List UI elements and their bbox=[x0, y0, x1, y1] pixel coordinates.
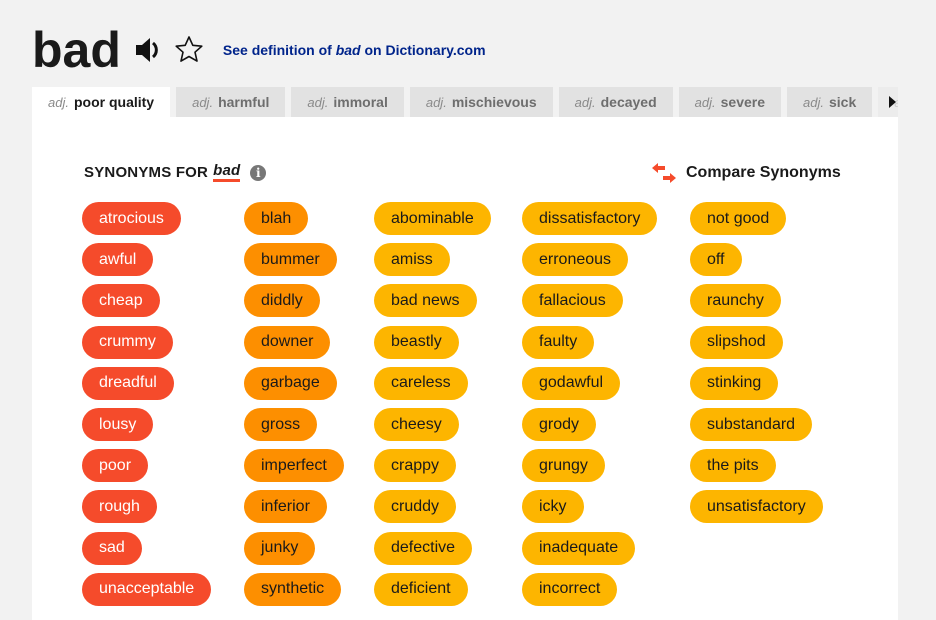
tab-pos: adj. bbox=[48, 94, 69, 110]
tabs-next-arrow-icon[interactable] bbox=[889, 96, 896, 108]
synonym-pill[interactable]: dissatisfactory bbox=[522, 202, 658, 235]
synonym-pill[interactable]: grody bbox=[522, 408, 597, 441]
title-prefix: SYNONYMS FOR bbox=[84, 164, 209, 181]
synonym-pill[interactable]: faulty bbox=[522, 325, 595, 359]
swap-arrows-icon bbox=[652, 163, 676, 183]
synonym-pill[interactable]: unacceptable bbox=[82, 572, 212, 606]
synonym-pill[interactable]: synthetic bbox=[244, 572, 342, 606]
tab-poor-quality[interactable]: adj. poor quality bbox=[32, 87, 171, 117]
synonym-pill[interactable]: lousy bbox=[82, 408, 154, 441]
title-word: bad bbox=[213, 163, 241, 182]
synonym-pill[interactable]: raunchy bbox=[690, 284, 781, 318]
synonym-pill[interactable]: awful bbox=[82, 243, 154, 277]
word-header: bad See definition of bad on Dictionary.… bbox=[32, 22, 486, 78]
synonym-pill[interactable]: dreadful bbox=[82, 366, 174, 400]
synonym-pill[interactable]: substandard bbox=[690, 408, 813, 441]
synonym-pill[interactable]: atrocious bbox=[82, 202, 181, 235]
tab-label: severe bbox=[720, 94, 766, 110]
tab-sick[interactable]: adj. sick bbox=[787, 87, 873, 117]
tab-pos: adj. bbox=[574, 94, 596, 110]
tab-pos: adj. bbox=[425, 94, 447, 110]
synonym-pill[interactable]: cheesy bbox=[374, 408, 459, 441]
synonym-pill[interactable]: junky bbox=[244, 531, 316, 565]
headword: bad bbox=[32, 22, 121, 78]
synonym-pill[interactable]: fallacious bbox=[522, 284, 623, 318]
star-icon[interactable] bbox=[173, 34, 205, 66]
tab-pos: adj. bbox=[803, 94, 824, 110]
tab-label: decayed bbox=[600, 94, 657, 110]
synonym-pill[interactable]: inferior bbox=[244, 490, 327, 524]
tab-label: sick bbox=[828, 94, 857, 110]
synonym-pill[interactable]: poor bbox=[82, 449, 149, 483]
synonym-pill[interactable]: rough bbox=[82, 490, 157, 524]
compare-synonyms-button[interactable]: Compare Synonyms bbox=[652, 163, 841, 183]
tab-label: poor quality bbox=[73, 94, 155, 110]
synonym-pill[interactable]: diddly bbox=[244, 284, 320, 318]
synonym-pill[interactable]: crummy bbox=[82, 325, 173, 359]
synonym-pill[interactable]: beastly bbox=[374, 325, 459, 359]
synonym-pill[interactable]: unsatisfactory bbox=[690, 490, 823, 524]
tab-pos: adj. bbox=[694, 94, 716, 110]
synonym-pill[interactable]: blah bbox=[244, 202, 309, 235]
synonym-pill[interactable]: slipshod bbox=[690, 325, 783, 359]
link-suffix: on Dictionary.com bbox=[360, 42, 486, 58]
synonym-pill[interactable]: bad news bbox=[374, 284, 477, 318]
synonym-pill[interactable]: godawful bbox=[522, 366, 621, 400]
link-word: bad bbox=[335, 42, 361, 58]
synonym-pill[interactable]: abominable bbox=[374, 202, 491, 235]
sense-tabs: adj. poor quality adj. harmful adj. immoral ad… bbox=[32, 87, 898, 117]
tab-label: harmful bbox=[218, 94, 270, 110]
synonym-pill[interactable]: grungy bbox=[522, 449, 605, 483]
synonyms-title: SYNONYMS FOR bad i bbox=[84, 163, 267, 182]
synonym-pill[interactable]: sad bbox=[82, 531, 142, 565]
synonym-pill[interactable]: erroneous bbox=[522, 243, 629, 277]
synonym-pill[interactable]: icky bbox=[522, 490, 584, 524]
synonym-pill[interactable]: bummer bbox=[244, 243, 337, 277]
synonym-pill[interactable]: imperfect bbox=[244, 449, 344, 483]
tab-label: mischievous bbox=[451, 94, 537, 110]
tab-harmful[interactable]: adj. harmful bbox=[176, 87, 286, 117]
synonym-pill[interactable]: defective bbox=[374, 531, 473, 565]
tab-decayed[interactable]: adj. decayed bbox=[558, 87, 673, 117]
synonym-pill[interactable]: gross bbox=[244, 408, 318, 441]
tab-immoral[interactable]: adj. immoral bbox=[291, 87, 404, 117]
tab-pos: adj. bbox=[192, 94, 214, 110]
tab-pos: adj. bbox=[307, 94, 329, 110]
tab-mischievous[interactable]: adj. mischievous bbox=[409, 87, 553, 117]
tab-severe[interactable]: adj. severe bbox=[678, 87, 782, 117]
synonym-pill[interactable]: inadequate bbox=[522, 531, 636, 565]
synonym-pill[interactable]: cheap bbox=[82, 284, 160, 318]
synonym-pill[interactable]: careless bbox=[374, 366, 468, 400]
synonym-pill[interactable]: cruddy bbox=[374, 490, 457, 524]
synonyms-panel: SYNONYMS FOR bad i Compare Synonyms atro… bbox=[32, 117, 898, 620]
synonym-pill[interactable]: incorrect bbox=[522, 572, 618, 606]
synonym-pill[interactable]: crappy bbox=[374, 449, 457, 483]
compare-label: Compare Synonyms bbox=[686, 164, 841, 181]
synonym-pill[interactable]: deficient bbox=[374, 572, 468, 606]
definition-link[interactable]: See definition of bad on Dictionary.com bbox=[223, 42, 486, 58]
tab-label: immoral bbox=[333, 94, 388, 110]
synonym-pill[interactable]: garbage bbox=[244, 366, 337, 400]
synonym-pill[interactable]: not good bbox=[690, 202, 787, 235]
synonym-pill[interactable]: amiss bbox=[374, 243, 450, 277]
link-prefix: See definition of bbox=[222, 42, 336, 58]
synonym-pill[interactable]: off bbox=[690, 243, 742, 277]
info-icon[interactable]: i bbox=[250, 164, 267, 181]
speaker-icon[interactable] bbox=[133, 35, 163, 65]
synonym-pill[interactable]: the pits bbox=[690, 449, 776, 483]
synonym-pill[interactable]: downer bbox=[244, 325, 331, 359]
synonym-pill[interactable]: stinking bbox=[690, 366, 779, 400]
